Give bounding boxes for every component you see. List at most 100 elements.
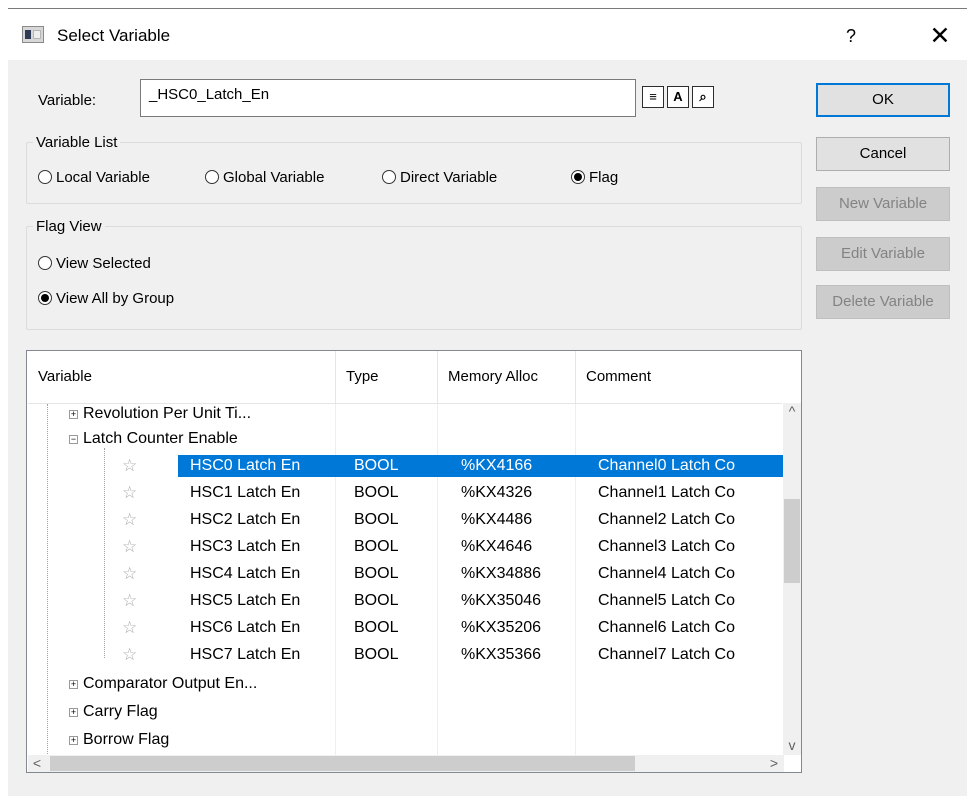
cell-variable: HSC5 Latch En [190,592,301,609]
cell-type: BOOL [354,511,399,528]
group-label: Latch Counter Enable [83,430,238,447]
cell-memory: %KX35046 [461,592,542,609]
cell-variable: HSC6 Latch En [190,619,301,636]
cell-comment: Channel0 Latch Co [598,457,735,474]
radio-circle [205,170,219,184]
table-row[interactable]: ☆ HSC5 Latch En BOOL %KX35046 Channel5 L… [28,590,784,612]
help-button[interactable]: ? [837,22,865,50]
cell-variable: HSC2 Latch En [190,511,301,528]
variable-list-icon[interactable]: ≡ [642,86,664,108]
cell-variable: HSC0 Latch En [190,457,301,474]
top-border-line [8,8,967,9]
group-label: Borrow Flag [83,731,170,748]
radio-view-all-by-group[interactable]: View All by Group [38,289,174,309]
radio-global-variable[interactable]: Global Variable [205,168,324,188]
column-header-comment[interactable]: Comment [576,351,784,403]
cell-memory: %KX4486 [461,511,533,528]
cell-comment: Channel6 Latch Co [598,619,735,636]
radio-direct-variable[interactable]: Direct Variable [382,168,497,188]
radio-label: Local Variable [56,169,150,186]
column-header-variable[interactable]: Variable [28,351,336,403]
radio-circle-selected [38,291,52,305]
cell-type: BOOL [354,565,399,582]
cell-memory: %KX34886 [461,565,542,582]
radio-label: Flag [589,169,619,186]
variable-list-legend: Variable List [36,134,118,151]
table-row[interactable]: ☆ HSC0 Latch En BOOL %KX4166 Channel0 La… [28,455,784,477]
cell-memory: %KX4646 [461,538,533,555]
radio-view-selected[interactable]: View Selected [38,254,151,274]
star-icon: ☆ [122,456,138,475]
cell-variable: HSC4 Latch En [190,565,301,582]
scroll-left-icon[interactable]: < [28,755,46,772]
horizontal-scroll-thumb[interactable] [50,756,635,771]
cell-comment: Channel7 Latch Co [598,646,735,663]
tree-group-row[interactable]: + Borrow Flag [28,729,784,751]
group-label: Carry Flag [83,703,158,720]
variable-label: Variable: [38,92,97,109]
radio-local-variable[interactable]: Local Variable [38,168,150,188]
vertical-scroll-thumb[interactable] [784,499,800,583]
cell-memory: %KX4166 [461,457,533,474]
tree-group-row[interactable]: + Carry Flag [28,701,784,723]
cancel-button[interactable]: Cancel [816,137,950,171]
radio-circle [38,256,52,270]
column-header-type[interactable]: Type [336,351,438,403]
cell-type: BOOL [354,619,399,636]
delete-variable-button[interactable]: Delete Variable [816,285,950,319]
radio-circle-selected [571,170,585,184]
table-row[interactable]: ☆ HSC6 Latch En BOOL %KX35206 Channel6 L… [28,617,784,639]
variable-input[interactable]: _HSC0_Latch_En [140,79,636,117]
star-icon: ☆ [122,591,138,610]
star-icon: ☆ [122,564,138,583]
expand-icon[interactable]: + [69,410,78,419]
radio-label: View All by Group [56,290,175,307]
scroll-down-icon[interactable]: v [783,737,801,754]
radio-flag[interactable]: Flag [571,168,618,188]
flag-view-legend: Flag View [36,218,102,235]
scroll-right-icon[interactable]: > [765,755,783,772]
cell-variable: HSC3 Latch En [190,538,301,555]
expand-icon[interactable]: + [69,708,78,717]
cell-variable: HSC7 Latch En [190,646,301,663]
variable-tree-table[interactable]: Variable Type Memory Alloc Comment + Rev… [26,350,802,773]
cell-memory: %KX4326 [461,484,533,501]
cell-type: BOOL [354,484,399,501]
tree-group-row[interactable]: − Latch Counter Enable [28,428,784,450]
ok-button[interactable]: OK [816,83,950,117]
expand-icon[interactable]: + [69,680,78,689]
star-icon: ☆ [122,483,138,502]
collapse-icon[interactable]: − [69,435,78,444]
new-variable-button[interactable]: New Variable [816,187,950,221]
radio-label: Direct Variable [400,169,498,186]
cell-type: BOOL [354,457,399,474]
cell-type: BOOL [354,646,399,663]
tree-group-row[interactable]: + Revolution Per Unit Ti... [28,403,784,425]
table-row[interactable]: ☆ HSC7 Latch En BOOL %KX35366 Channel7 L… [28,644,784,666]
radio-label: Global Variable [223,169,325,186]
cell-comment: Channel4 Latch Co [598,565,735,582]
cell-comment: Channel3 Latch Co [598,538,735,555]
group-label: Comparator Output En... [83,675,258,692]
star-icon: ☆ [122,645,138,664]
scroll-up-icon[interactable]: ^ [783,403,801,420]
cell-memory: %KX35206 [461,619,542,636]
close-button[interactable]: ✕ [924,20,956,52]
cell-comment: Channel2 Latch Co [598,511,735,528]
table-row[interactable]: ☆ HSC2 Latch En BOOL %KX4486 Channel2 La… [28,509,784,531]
expand-icon[interactable]: + [69,736,78,745]
radio-circle [382,170,396,184]
cell-variable: HSC1 Latch En [190,484,301,501]
flag-view-group: Flag View [26,218,802,330]
edit-variable-button[interactable]: Edit Variable [816,237,950,271]
window-title: Select Variable [57,26,171,45]
column-header-memory-alloc[interactable]: Memory Alloc [438,351,576,403]
tree-group-row[interactable]: + Comparator Output En... [28,673,784,695]
table-row[interactable]: ☆ HSC1 Latch En BOOL %KX4326 Channel1 La… [28,482,784,504]
table-row[interactable]: ☆ HSC4 Latch En BOOL %KX34886 Channel4 L… [28,563,784,585]
find-variable-icon[interactable]: ⌕ [692,86,714,108]
star-icon: ☆ [122,537,138,556]
table-row[interactable]: ☆ HSC3 Latch En BOOL %KX4646 Channel3 La… [28,536,784,558]
app-icon [22,26,44,43]
text-format-icon[interactable]: A [667,86,689,108]
